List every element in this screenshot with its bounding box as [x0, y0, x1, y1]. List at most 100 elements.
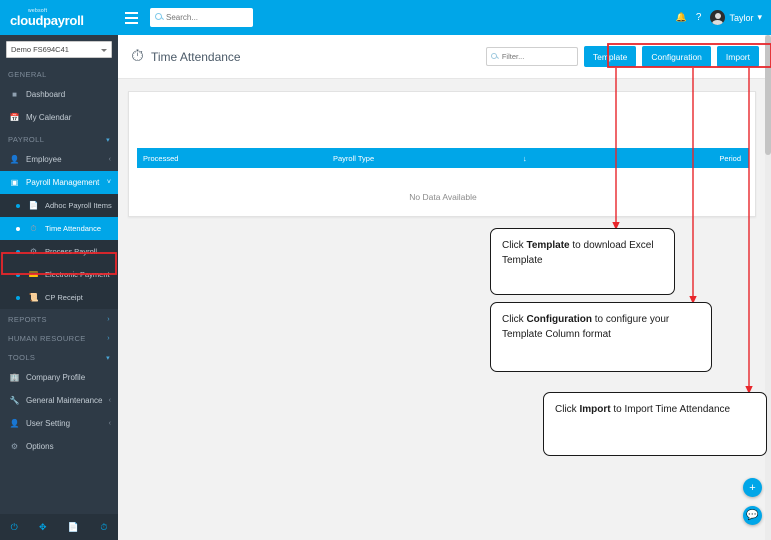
sidebar-item-company-profile[interactable]: 🏢 Company Profile: [0, 366, 118, 389]
sidebar-item-dashboard[interactable]: ■ Dashboard: [0, 83, 118, 106]
add-floating-button[interactable]: +: [743, 478, 762, 497]
section-label: GENERAL: [8, 70, 47, 79]
page-header: ⏱ Time Attendance Template Configuration…: [118, 35, 771, 79]
column-header-sort-indicator[interactable]: ↓: [517, 154, 647, 163]
power-icon[interactable]: ⏻: [11, 522, 18, 533]
sidebar: Demo FS694C41 GENERAL ■ Dashboard 📅 My C…: [0, 35, 118, 540]
sidebar-item-label: Options: [26, 442, 54, 451]
user-menu[interactable]: Taylor ▾: [710, 10, 762, 25]
hamburger-icon[interactable]: [118, 0, 144, 35]
section-toggle-icon[interactable]: ›: [107, 316, 110, 323]
logo-small-text: websoft: [28, 8, 48, 14]
bullet-icon: [16, 203, 20, 208]
user-setting-icon: 👤: [9, 419, 20, 428]
page-title: Time Attendance: [151, 49, 241, 64]
callout-text-bold: Template: [526, 240, 570, 251]
gear-icon: ⚙: [29, 247, 38, 256]
sidebar-item-general-maintenance[interactable]: 🔧 General Maintenance ‹: [0, 389, 118, 412]
section-toggle-icon[interactable]: ▾: [106, 354, 110, 362]
callout-text-pre: Click: [555, 404, 580, 415]
expand-icon[interactable]: ✥: [39, 522, 47, 533]
app-root: websoft cloudpayroll 🔔 ? Taylor ▾ Demo F…: [0, 0, 771, 540]
clock-icon: ⏱: [30, 223, 37, 233]
sidebar-item-label: General Maintenance: [26, 396, 103, 405]
sidebar-item-electronic-payment[interactable]: 💳 Electronic Payment: [0, 263, 118, 286]
configuration-button[interactable]: Configuration: [642, 46, 711, 67]
callout-text-pre: Click: [502, 314, 527, 325]
sidebar-item-my-calendar[interactable]: 📅 My Calendar: [0, 106, 118, 129]
sidebar-section-reports[interactable]: REPORTS ›: [0, 309, 118, 328]
sidebar-item-cp-receipt[interactable]: 📜 CP Receipt: [0, 286, 118, 309]
sidebar-item-label: Payroll Management: [26, 178, 100, 187]
chevron-down-icon: ˅: [106, 179, 111, 186]
bullet-icon: [16, 272, 20, 277]
column-header-payroll-type[interactable]: Payroll Type: [327, 154, 517, 163]
section-toggle-icon[interactable]: ▾: [106, 136, 110, 144]
callout-configuration: Click Configuration to configure your Te…: [490, 302, 712, 372]
sidebar-item-label: Adhoc Payroll Items: [45, 201, 112, 210]
sidebar-item-process-payroll[interactable]: ⚙ Process Payroll: [0, 240, 118, 263]
empty-state-message: No Data Available: [409, 192, 477, 202]
callout-text-pre: Click: [502, 240, 527, 251]
question-mark-icon[interactable]: ?: [696, 12, 702, 23]
sidebar-section-human-resource[interactable]: HUMAN RESOURCE ›: [0, 328, 118, 347]
import-button[interactable]: Import: [716, 46, 759, 67]
bullet-icon: [16, 295, 20, 300]
column-header-period[interactable]: Period: [647, 154, 749, 163]
calendar-icon: 📅: [9, 113, 20, 122]
section-label: HUMAN RESOURCE: [8, 334, 86, 343]
callout-import: Click Import to Import Time Attendance: [543, 392, 767, 456]
sidebar-section-general: GENERAL: [0, 64, 118, 83]
template-button[interactable]: Template: [583, 46, 637, 67]
sidebar-section-payroll: PAYROLL ▾: [0, 129, 118, 148]
search-icon: [155, 13, 162, 20]
callout-text-bold: Import: [579, 404, 611, 415]
filter-input-wrapper[interactable]: [485, 47, 578, 66]
sidebar-item-label: Dashboard: [26, 90, 66, 99]
sidebar-item-label: Electronic Payment: [45, 270, 110, 279]
dashboard-icon: ■: [12, 90, 17, 99]
chat-floating-button[interactable]: 💬: [743, 506, 762, 525]
sidebar-item-employee[interactable]: 👤 Employee ‹: [0, 148, 118, 171]
filter-input[interactable]: [501, 52, 572, 61]
receipt-icon: 📜: [28, 293, 39, 302]
sidebar-item-options[interactable]: ⚙ Options: [0, 435, 118, 458]
app-logo[interactable]: websoft cloudpayroll: [0, 0, 118, 35]
bullet-icon: [16, 249, 20, 254]
bell-icon[interactable]: 🔔: [676, 13, 687, 22]
topbar-right-group: 🔔 ? Taylor ▾: [676, 10, 771, 25]
sidebar-item-user-setting[interactable]: 👤 User Setting ‹: [0, 412, 118, 435]
sidebar-section-tools: TOOLS ▾: [0, 347, 118, 366]
copy-icon[interactable]: 📄: [68, 522, 79, 533]
global-search[interactable]: [150, 8, 253, 27]
column-header-processed[interactable]: Processed: [137, 154, 327, 163]
clock-history-icon[interactable]: ⏱: [100, 522, 107, 533]
wrench-icon: 🔧: [9, 396, 20, 405]
options-icon: ⚙: [10, 442, 19, 451]
data-card: Processed Payroll Type ↓ Period No Data …: [128, 91, 756, 217]
sidebar-item-label: Time Attendance: [45, 224, 102, 233]
user-icon: 👤: [9, 155, 20, 164]
sidebar-item-payroll-management[interactable]: ▣ Payroll Management ˅: [0, 171, 118, 194]
payroll-icon: ▣: [10, 178, 19, 187]
section-label: TOOLS: [8, 353, 36, 362]
section-label: PAYROLL: [8, 135, 45, 144]
sidebar-item-time-attendance[interactable]: ⏱ Time Attendance: [0, 217, 118, 240]
sidebar-item-adhoc-payroll-items[interactable]: 📄 Adhoc Payroll Items: [0, 194, 118, 217]
section-toggle-icon[interactable]: ›: [107, 335, 110, 342]
chevron-left-icon: ‹: [108, 420, 111, 427]
company-selector-value: Demo FS694C41: [11, 45, 69, 54]
top-bar: websoft cloudpayroll 🔔 ? Taylor ▾: [0, 0, 771, 35]
company-selector[interactable]: Demo FS694C41: [6, 41, 112, 58]
sidebar-bottom-toolbar: ⏻ ✥ 📄 ⏱: [0, 514, 118, 540]
bullet-icon: [16, 226, 20, 231]
callout-template: Click Template to download Excel Templat…: [490, 228, 675, 295]
logo-main-text: cloudpayroll: [10, 13, 84, 28]
search-input[interactable]: [166, 13, 248, 22]
table-header-row: Processed Payroll Type ↓ Period: [137, 148, 749, 168]
chevron-left-icon: ‹: [108, 156, 111, 163]
chevron-left-icon: ‹: [108, 397, 111, 404]
chevron-down-icon: ▾: [757, 12, 762, 22]
sidebar-item-label: User Setting: [26, 419, 71, 428]
scrollbar-thumb[interactable]: [765, 35, 771, 155]
